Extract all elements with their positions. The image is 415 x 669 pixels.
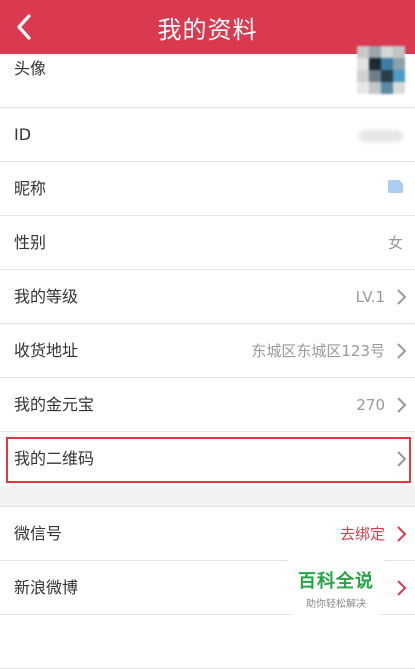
page-title: 我的资料: [157, 15, 258, 44]
avatar-row[interactable]: 头像: [0, 46, 415, 108]
id-row: ID: [0, 108, 415, 162]
wechat-bind-link[interactable]: 去绑定: [340, 507, 385, 561]
chevron-right-icon: [397, 526, 407, 542]
wechat-row[interactable]: 微信号 去绑定: [0, 507, 415, 561]
edit-note-icon: [388, 180, 403, 193]
level-label: 我的等级: [14, 287, 79, 306]
watermark-main-text: 百科全说: [298, 571, 374, 592]
chevron-right-icon: [397, 397, 407, 413]
profile-section: 头像 ID 昵称 性别 女 我的等级 LV.1 收货地址 东城区东城区123号: [0, 46, 415, 486]
weibo-label: 新浪微博: [14, 578, 79, 597]
nickname-row[interactable]: 昵称: [0, 162, 415, 216]
chevron-right-icon: [397, 451, 407, 467]
id-value-blurred: [359, 130, 403, 142]
id-label: ID: [14, 125, 32, 144]
qrcode-label: 我的二维码: [14, 449, 95, 468]
chevron-left-icon: [17, 14, 31, 40]
watermark-logo: 百科全说 助你轻松解决: [286, 557, 386, 615]
gender-row[interactable]: 性别 女: [0, 216, 415, 270]
gold-label: 我的金元宝: [14, 395, 95, 414]
watermark-sub-text: 助你轻松解决: [306, 599, 366, 610]
level-value: LV.1: [355, 288, 385, 306]
chevron-right-icon: [397, 289, 407, 305]
address-row[interactable]: 收货地址 东城区东城区123号: [0, 324, 415, 378]
address-label: 收货地址: [14, 341, 79, 360]
nickname-label: 昵称: [14, 179, 47, 198]
level-row[interactable]: 我的等级 LV.1: [0, 270, 415, 324]
avatar: [357, 46, 405, 94]
qrcode-row[interactable]: 我的二维码: [0, 432, 415, 486]
more-row-partial[interactable]: [0, 615, 415, 669]
gold-value: 270: [356, 396, 385, 414]
address-value: 东城区东城区123号: [251, 342, 385, 360]
chevron-right-icon: [397, 343, 407, 359]
gender-value: 女: [387, 234, 403, 252]
app-header: 我的资料: [0, 0, 415, 54]
gender-label: 性别: [14, 233, 47, 252]
gold-row[interactable]: 我的金元宝 270: [0, 378, 415, 432]
chevron-right-icon: [397, 580, 407, 596]
avatar-label: 头像: [14, 59, 47, 78]
wechat-label: 微信号: [14, 524, 63, 543]
